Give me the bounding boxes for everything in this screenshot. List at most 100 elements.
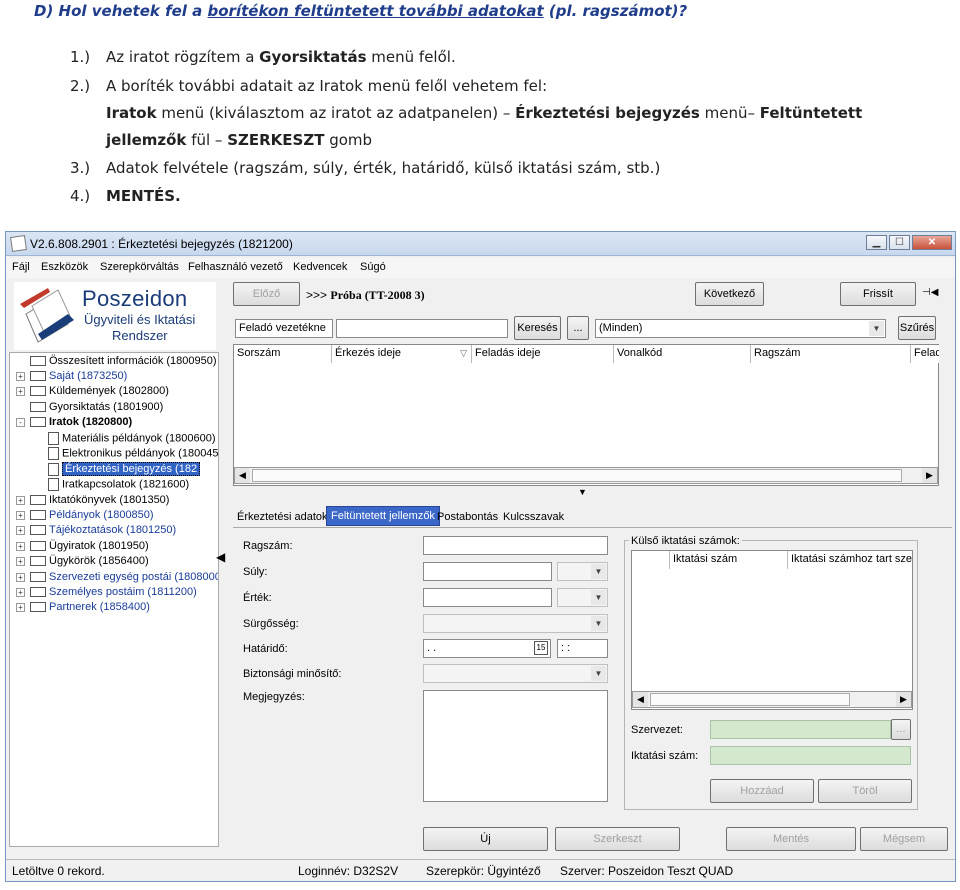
menu-help[interactable]: Súgó [360, 261, 386, 273]
search-field-select[interactable]: Feladó vezetékne [235, 319, 333, 338]
tree-item[interactable]: + Ügykörök (1856400) [16, 555, 149, 567]
collapse-arrow-icon[interactable]: ◀ [216, 550, 225, 564]
tree-item[interactable]: + Saját (1873250) [16, 370, 127, 382]
biztonsagi-select[interactable]: ▼ [423, 664, 608, 683]
cancel-button[interactable]: Mégsem [860, 827, 948, 851]
expand-icon[interactable]: + [16, 541, 25, 551]
previous-button[interactable]: Előző [233, 282, 300, 306]
menu-favorites[interactable]: Kedvencek [293, 261, 347, 273]
step-4-number: 4.) [70, 187, 91, 205]
tab-kulcsszavak[interactable]: Kulcsszavak [499, 508, 568, 528]
tree-item[interactable]: + Partnerek (1858400) [16, 601, 150, 613]
search-input[interactable] [336, 319, 508, 338]
edit-button[interactable]: Szerkeszt [555, 827, 680, 851]
scroll-left-icon[interactable]: ◀ [633, 692, 648, 707]
szervezet-input[interactable] [710, 720, 891, 739]
grid-header-sorszam[interactable]: Sorszám [234, 345, 332, 363]
tree-item[interactable]: Materiális példányok (1800600) [48, 432, 215, 445]
expand-icon[interactable]: + [16, 495, 25, 505]
save-button[interactable]: Mentés [726, 827, 856, 851]
expand-icon[interactable]: + [16, 386, 25, 396]
minimize-button[interactable]: ▁ [866, 235, 887, 250]
grid-header-feladas[interactable]: Feladás ideje [472, 345, 614, 363]
iktatasi-szam-input[interactable] [710, 746, 911, 765]
tab-erkeztetesi-adatok[interactable]: Érkeztetési adatok [233, 508, 332, 528]
scroll-left-icon[interactable]: ◀ [235, 468, 250, 483]
grid-horizontal-scrollbar[interactable]: ◀ ▶ [234, 467, 938, 484]
grid-header-felado[interactable]: Feladó [911, 345, 939, 363]
delete-button[interactable]: Töröl [818, 779, 912, 803]
expand-icon[interactable]: + [16, 587, 25, 597]
tree-item[interactable]: + Személyes postáim (1811200) [16, 586, 197, 598]
ertek-input[interactable] [423, 588, 552, 607]
scroll-right-icon[interactable]: ▶ [896, 692, 911, 707]
hatarido-date-input[interactable]: . . 15 [423, 639, 551, 658]
ragszam-input[interactable] [423, 536, 608, 555]
suly-unit-select[interactable]: ▼ [557, 562, 608, 581]
scroll-right-icon[interactable]: ▶ [922, 468, 937, 483]
search-button[interactable]: Keresés [514, 316, 561, 340]
filter-button[interactable]: Szűrés [898, 316, 936, 340]
external-horizontal-scrollbar[interactable]: ◀ ▶ [632, 691, 912, 708]
menu-tools[interactable]: Eszközök [41, 261, 88, 273]
calendar-icon[interactable]: 15 [534, 641, 548, 655]
grid-header-iktatasi-szam[interactable]: Iktatási szám [670, 551, 788, 569]
filter-select[interactable]: (Minden) ▼ [595, 319, 886, 338]
new-button[interactable]: Új [423, 827, 548, 851]
logo-title: Poszeidon [82, 286, 188, 311]
tree-item[interactable]: + Példányok (1800850) [16, 509, 154, 521]
refresh-button[interactable]: Frissít [840, 282, 916, 306]
logo-subtitle-2: Rendszer [112, 328, 168, 343]
menu-file[interactable]: Fájl [12, 261, 30, 273]
scroll-thumb[interactable] [650, 693, 850, 706]
envelope-icon [30, 495, 46, 506]
grid-header-vonalkod[interactable]: Vonalkód [614, 345, 751, 363]
next-button[interactable]: Következő [695, 282, 764, 306]
tree-item[interactable]: Elektronikus példányok (180045 [48, 447, 218, 460]
tree-item[interactable]: + Tájékoztatások (1801250) [16, 524, 176, 536]
grid-header-erkezes[interactable]: Érkezés ideje ▽ [332, 345, 472, 363]
grid-header-szerv[interactable]: Iktatási számhoz tart szerv n [788, 551, 912, 569]
menu-user-guide[interactable]: Felhasználó vezető [188, 261, 283, 273]
ertek-currency-select[interactable]: ▼ [557, 588, 608, 607]
scroll-thumb[interactable] [252, 469, 902, 482]
records-grid[interactable]: Sorszám Érkezés ideje ▽ Feladás ideje Von… [233, 344, 939, 486]
hatarido-time-input[interactable]: : : [557, 639, 608, 658]
biztonsagi-label: Biztonsági minősítő: [243, 668, 342, 680]
pin-icon[interactable]: ⊣◀ [922, 287, 938, 298]
tree-item[interactable]: Összesített információk (1800950) [16, 355, 217, 367]
add-button[interactable]: Hozzáad [710, 779, 814, 803]
tree-item[interactable]: + Iktatókönyvek (1801350) [16, 494, 169, 506]
envelope-icon [30, 525, 46, 536]
tab-feltuntetett-jellemzok[interactable]: Feltüntetett jellemzők [326, 506, 440, 526]
megjegyzes-textarea[interactable] [423, 690, 608, 802]
tree-item[interactable]: Iratkapcsolatok (1821600) [48, 478, 189, 491]
tree-item-label: Ügykörök (1856400) [49, 555, 149, 567]
tree-item-label: Személyes postáim (1811200) [49, 586, 197, 598]
tree-item[interactable]: Érkeztetési bejegyzés (182 [48, 462, 201, 477]
close-button[interactable]: ✕ [912, 235, 952, 250]
tree-item[interactable]: - Iratok (1820800) [16, 416, 132, 428]
expand-icon[interactable]: + [16, 525, 25, 535]
expand-icon[interactable]: + [16, 556, 25, 566]
tree-item[interactable]: Gyorsiktatás (1801900) [16, 401, 163, 413]
szervezet-lookup-button[interactable]: ... [891, 719, 911, 740]
expand-icon[interactable]: + [16, 510, 25, 520]
suly-input[interactable] [423, 562, 552, 581]
kulso-iktatasi-grid[interactable]: Iktatási szám Iktatási számhoz tart szer… [631, 550, 913, 710]
tab-postabontas[interactable]: Postabontás [433, 508, 502, 528]
menu-role-switch[interactable]: Szerepkörváltás [100, 261, 179, 273]
step-1-number: 1.) [70, 48, 91, 66]
expand-icon[interactable]: + [16, 572, 25, 582]
tree-item[interactable]: + Szervezeti egység postái (1808000) [16, 571, 218, 583]
surgosseg-select[interactable]: ▼ [423, 614, 608, 633]
collapse-icon[interactable]: - [16, 417, 25, 427]
search-options-button[interactable]: ... [567, 316, 589, 340]
maximize-button[interactable]: ☐ [889, 235, 910, 250]
panel-splitter-icon[interactable]: ▼ [578, 487, 587, 497]
expand-icon[interactable]: + [16, 602, 25, 612]
grid-header-ragszam[interactable]: Ragszám [751, 345, 911, 363]
expand-icon[interactable]: + [16, 371, 25, 381]
tree-item[interactable]: + Küldemények (1802800) [16, 385, 169, 397]
tree-item[interactable]: + Ügyiratok (1801950) [16, 540, 149, 552]
